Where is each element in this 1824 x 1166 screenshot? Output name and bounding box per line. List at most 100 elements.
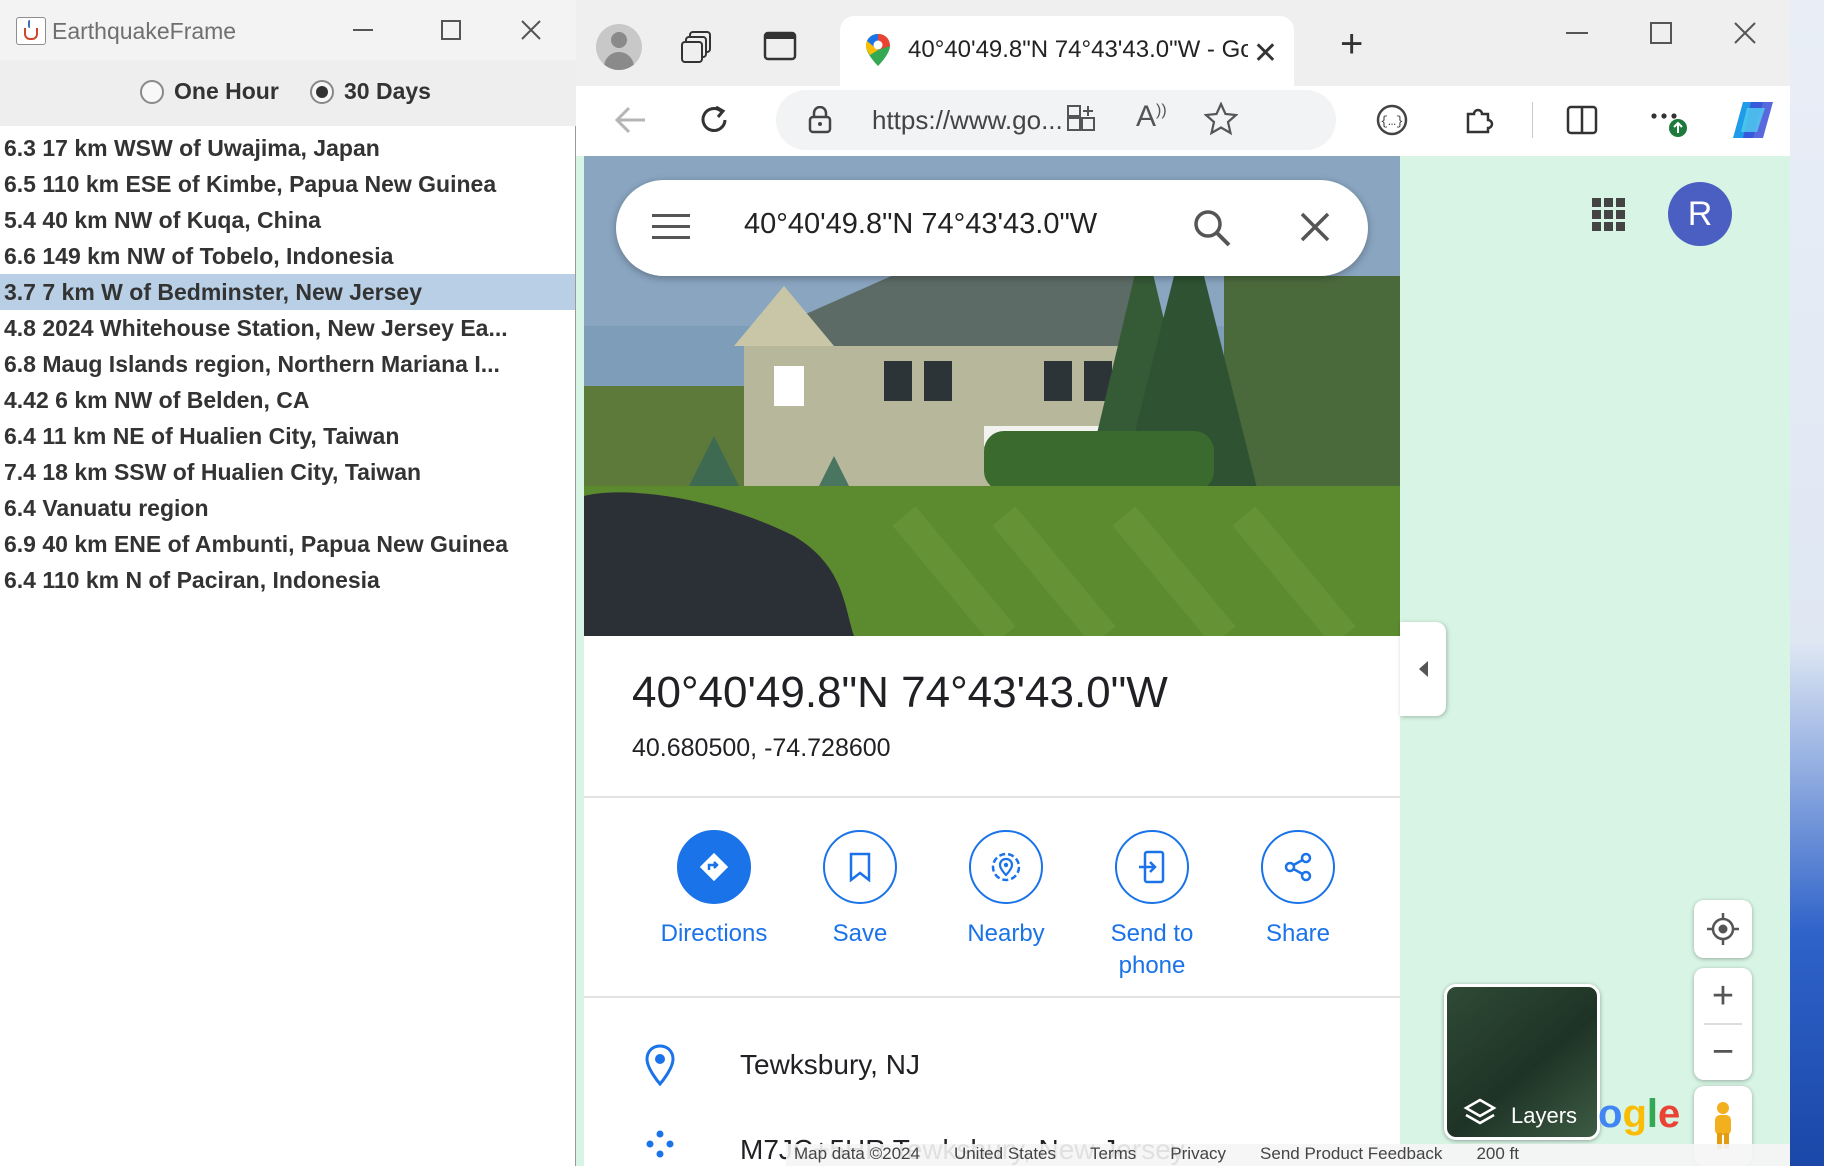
browser-close-button[interactable] xyxy=(1700,8,1790,58)
radio-30-days[interactable]: 30 Days xyxy=(310,78,431,105)
place-photo[interactable]: 40°40'49.8"N 74°43'43.0"W xyxy=(584,156,1400,636)
terms-link[interactable]: Terms xyxy=(1090,1144,1136,1166)
privacy-link[interactable]: Privacy xyxy=(1170,1144,1226,1166)
decimal-coordinates[interactable]: 40.680500, -74.728600 xyxy=(632,734,891,763)
extensions-puzzle-icon[interactable] xyxy=(1458,100,1498,140)
nearby-icon[interactable] xyxy=(969,830,1043,904)
address-text: Tewksbury, NJ xyxy=(740,1049,920,1080)
earthquake-list-item[interactable]: 4.8 2024 Whitehouse Station, New Jersey … xyxy=(0,310,575,346)
send-to-phone-icon[interactable] xyxy=(1115,830,1189,904)
radio-one-hour[interactable]: One Hour xyxy=(140,78,279,105)
more-menu-icon[interactable] xyxy=(1648,100,1688,140)
earthquake-list-item[interactable]: 4.42 6 km NW of Belden, CA xyxy=(0,382,575,418)
earthquake-list-item[interactable]: 6.6 149 km NW of Tobelo, Indonesia xyxy=(0,238,575,274)
maps-search-box[interactable]: 40°40'49.8"N 74°43'43.0"W xyxy=(616,180,1368,276)
directions-button[interactable]: Directions xyxy=(644,830,784,950)
earthquake-list[interactable]: 6.3 17 km WSW of Uwajima, Japan 6.5 110 k… xyxy=(0,130,575,598)
radio-label: 30 Days xyxy=(344,78,431,104)
divider xyxy=(584,796,1400,798)
browser-toolbar: https://www.go... A)) {…} xyxy=(576,86,1790,156)
tab-google-maps[interactable]: 40°40'49.8"N 74°43'43.0"W - Goo ✕ xyxy=(840,16,1294,86)
radio-label: One Hour xyxy=(174,78,279,104)
earthquake-list-item[interactable]: 6.4 11 km NE of Hualien City, Taiwan xyxy=(0,418,575,454)
clear-search-icon[interactable] xyxy=(1298,210,1332,244)
menu-hamburger-icon[interactable] xyxy=(652,212,690,242)
profile-avatar[interactable] xyxy=(596,24,642,70)
map-footer: Map data ©2024 United States Terms Priva… xyxy=(786,1144,1790,1166)
divider xyxy=(584,996,1400,998)
share-button[interactable]: Share xyxy=(1228,830,1368,950)
earthquake-list-item[interactable]: 6.4 110 km N of Paciran, Indonesia xyxy=(0,562,575,598)
account-avatar[interactable]: R xyxy=(1668,182,1732,246)
send-to-phone-button[interactable]: Send to phone xyxy=(1082,830,1222,982)
action-label-line: Send to xyxy=(1110,920,1194,947)
java-titlebar[interactable]: EarthquakeFrame xyxy=(0,0,576,60)
bookmark-icon[interactable] xyxy=(823,830,897,904)
zoom-in-button[interactable]: + xyxy=(1694,968,1752,1024)
maps-viewport[interactable]: 40°40'49.8"N 74°43'43.0"W 40°40'49.8"N 7… xyxy=(576,156,1790,1166)
toolbar-divider xyxy=(1532,102,1533,138)
directions-icon[interactable] xyxy=(677,830,751,904)
zoom-out-button[interactable]: − xyxy=(1694,1024,1752,1080)
lock-icon[interactable] xyxy=(808,106,832,134)
tab-close-icon[interactable]: ✕ xyxy=(1253,36,1278,71)
earthquake-list-item[interactable]: 6.5 110 km ESE of Kimbe, Papua New Guine… xyxy=(0,166,575,202)
url-text[interactable]: https://www.go... xyxy=(872,105,1063,136)
earthquake-list-item[interactable]: 6.9 40 km ENE of Ambunti, Papua New Guin… xyxy=(0,526,575,562)
earthquake-list-item[interactable]: 6.8 Maug Islands region, Northern Marian… xyxy=(0,346,575,382)
earthquake-list-item[interactable]: 6.3 17 km WSW of Uwajima, Japan xyxy=(0,130,575,166)
google-maps-pin-icon xyxy=(866,34,890,66)
radio-button[interactable] xyxy=(140,79,164,104)
zoom-controls: + − xyxy=(1694,968,1752,1080)
browser-minimize-button[interactable] xyxy=(1532,8,1622,58)
vertical-tabs-icon[interactable] xyxy=(762,28,798,64)
new-tab-button[interactable]: + xyxy=(1340,22,1363,67)
extension-code-icon[interactable]: {…} xyxy=(1372,100,1412,140)
browser-window: 40°40'49.8"N 74°43'43.0"W - Goo ✕ + http… xyxy=(576,0,1790,1166)
radio-button-selected[interactable] xyxy=(310,79,334,104)
address-row[interactable]: Tewksbury, NJ xyxy=(644,1044,920,1086)
split-screen-icon[interactable] xyxy=(1562,100,1602,140)
my-location-button[interactable] xyxy=(1694,900,1752,958)
refresh-icon[interactable] xyxy=(694,100,734,140)
action-label: Share xyxy=(1265,920,1331,947)
action-label: Save xyxy=(832,920,888,947)
location-pin-icon xyxy=(645,1044,675,1086)
place-side-panel: 40°40'49.8"N 74°43'43.0"W 40°40'49.8"N 7… xyxy=(584,156,1400,1166)
back-arrow-icon[interactable] xyxy=(610,100,650,140)
search-icon[interactable] xyxy=(1192,208,1232,248)
apps-add-icon[interactable] xyxy=(1066,104,1098,136)
close-button[interactable] xyxy=(486,0,576,60)
scale-label[interactable]: 200 ft xyxy=(1476,1144,1519,1166)
collapse-panel-button[interactable] xyxy=(1400,622,1446,716)
earthquake-list-item[interactable]: 6.4 Vanuatu region xyxy=(0,490,575,526)
action-label: Directions xyxy=(660,920,768,947)
address-bar[interactable]: https://www.go... A)) xyxy=(776,90,1336,150)
favorite-star-icon[interactable] xyxy=(1204,102,1238,136)
nearby-button[interactable]: Nearby xyxy=(936,830,1076,950)
maximize-button[interactable] xyxy=(406,0,496,60)
svg-text:{…}: {…} xyxy=(1380,114,1403,129)
earthquake-list-item[interactable]: 7.4 18 km SSW of Hualien City, Taiwan xyxy=(0,454,575,490)
region-link[interactable]: United States xyxy=(954,1144,1056,1166)
share-icon[interactable] xyxy=(1261,830,1335,904)
browser-maximize-button[interactable] xyxy=(1616,8,1706,58)
workspaces-icon[interactable] xyxy=(680,28,716,64)
window-title: EarthquakeFrame xyxy=(52,18,237,44)
read-aloud-icon[interactable]: A)) xyxy=(1136,100,1167,134)
action-label: Nearby xyxy=(967,920,1045,947)
plus-code-icon xyxy=(646,1130,674,1158)
layers-button[interactable]: Layers xyxy=(1444,984,1600,1140)
save-button[interactable]: Save xyxy=(790,830,930,950)
tab-strip: 40°40'49.8"N 74°43'43.0"W - Goo ✕ + xyxy=(576,0,1790,86)
google-apps-grid-icon[interactable] xyxy=(1592,198,1626,232)
minimize-button[interactable] xyxy=(318,0,408,60)
earthquake-list-item[interactable]: 3.7 7 km W of Bedminster, New Jersey xyxy=(0,274,575,310)
copilot-icon[interactable] xyxy=(1728,100,1780,140)
feedback-link[interactable]: Send Product Feedback xyxy=(1260,1144,1442,1166)
google-logo: ogle xyxy=(1598,1092,1681,1136)
time-range-radio-bar: One Hour 30 Days xyxy=(0,60,576,126)
earthquake-list-item[interactable]: 5.4 40 km NW of Kuqa, China xyxy=(0,202,575,238)
earthquake-frame-window: EarthquakeFrame One Hour 30 Days 6.3 17 … xyxy=(0,0,576,1166)
search-input[interactable]: 40°40'49.8"N 74°43'43.0"W xyxy=(744,208,1097,241)
